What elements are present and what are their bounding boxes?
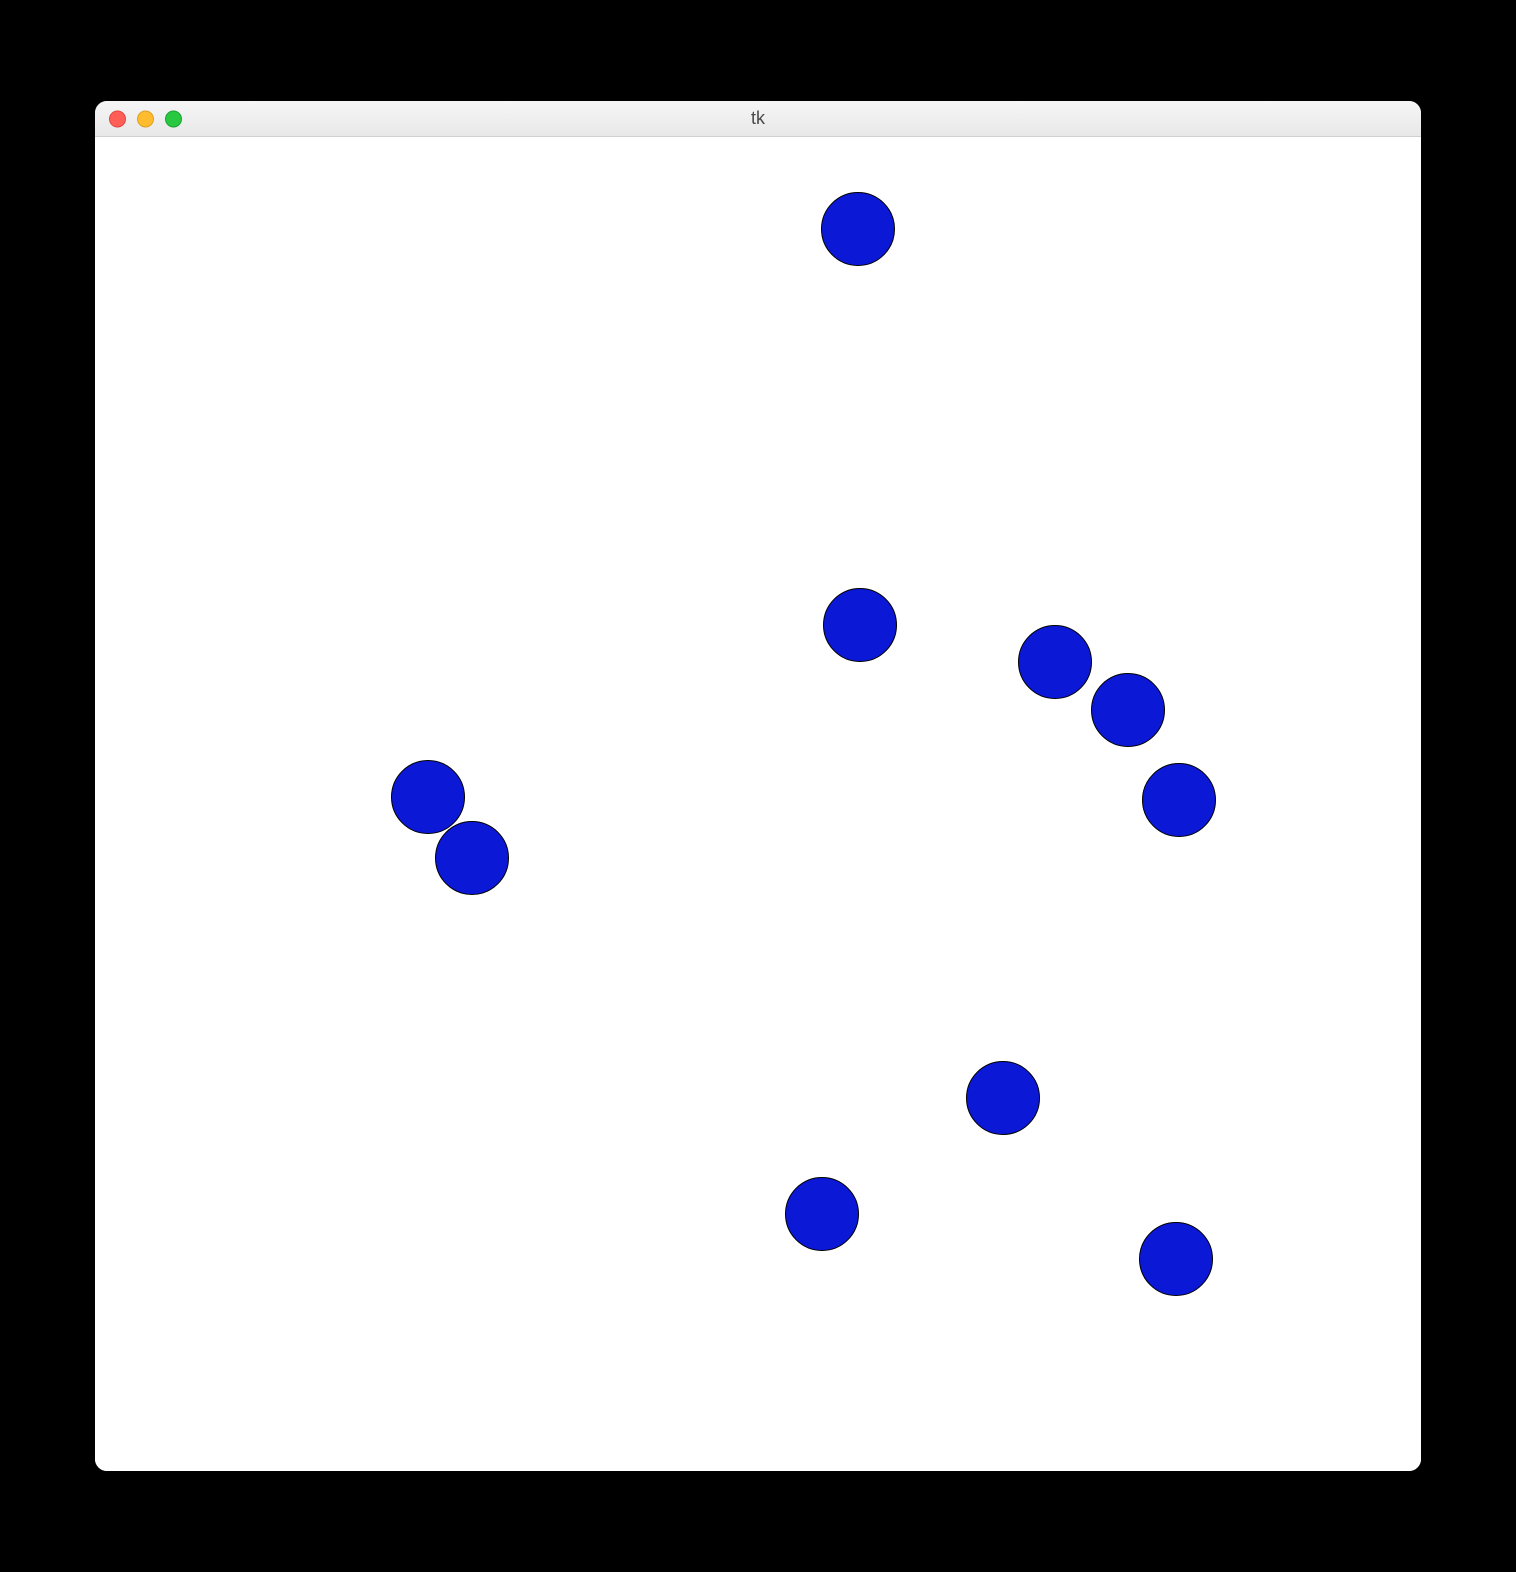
ball <box>1139 1222 1213 1296</box>
ball <box>1142 763 1216 837</box>
zoom-icon[interactable] <box>165 110 182 127</box>
ball <box>1018 625 1092 699</box>
ball <box>821 192 895 266</box>
minimize-icon[interactable] <box>137 110 154 127</box>
close-icon[interactable] <box>109 110 126 127</box>
ball <box>823 588 897 662</box>
ball <box>1091 673 1165 747</box>
titlebar[interactable]: tk <box>95 101 1421 137</box>
ball <box>785 1177 859 1251</box>
traffic-lights <box>109 110 182 127</box>
app-window: tk <box>95 101 1421 1471</box>
canvas[interactable] <box>95 137 1421 1471</box>
ball <box>435 821 509 895</box>
ball <box>391 760 465 834</box>
window-title: tk <box>751 108 765 129</box>
ball <box>966 1061 1040 1135</box>
